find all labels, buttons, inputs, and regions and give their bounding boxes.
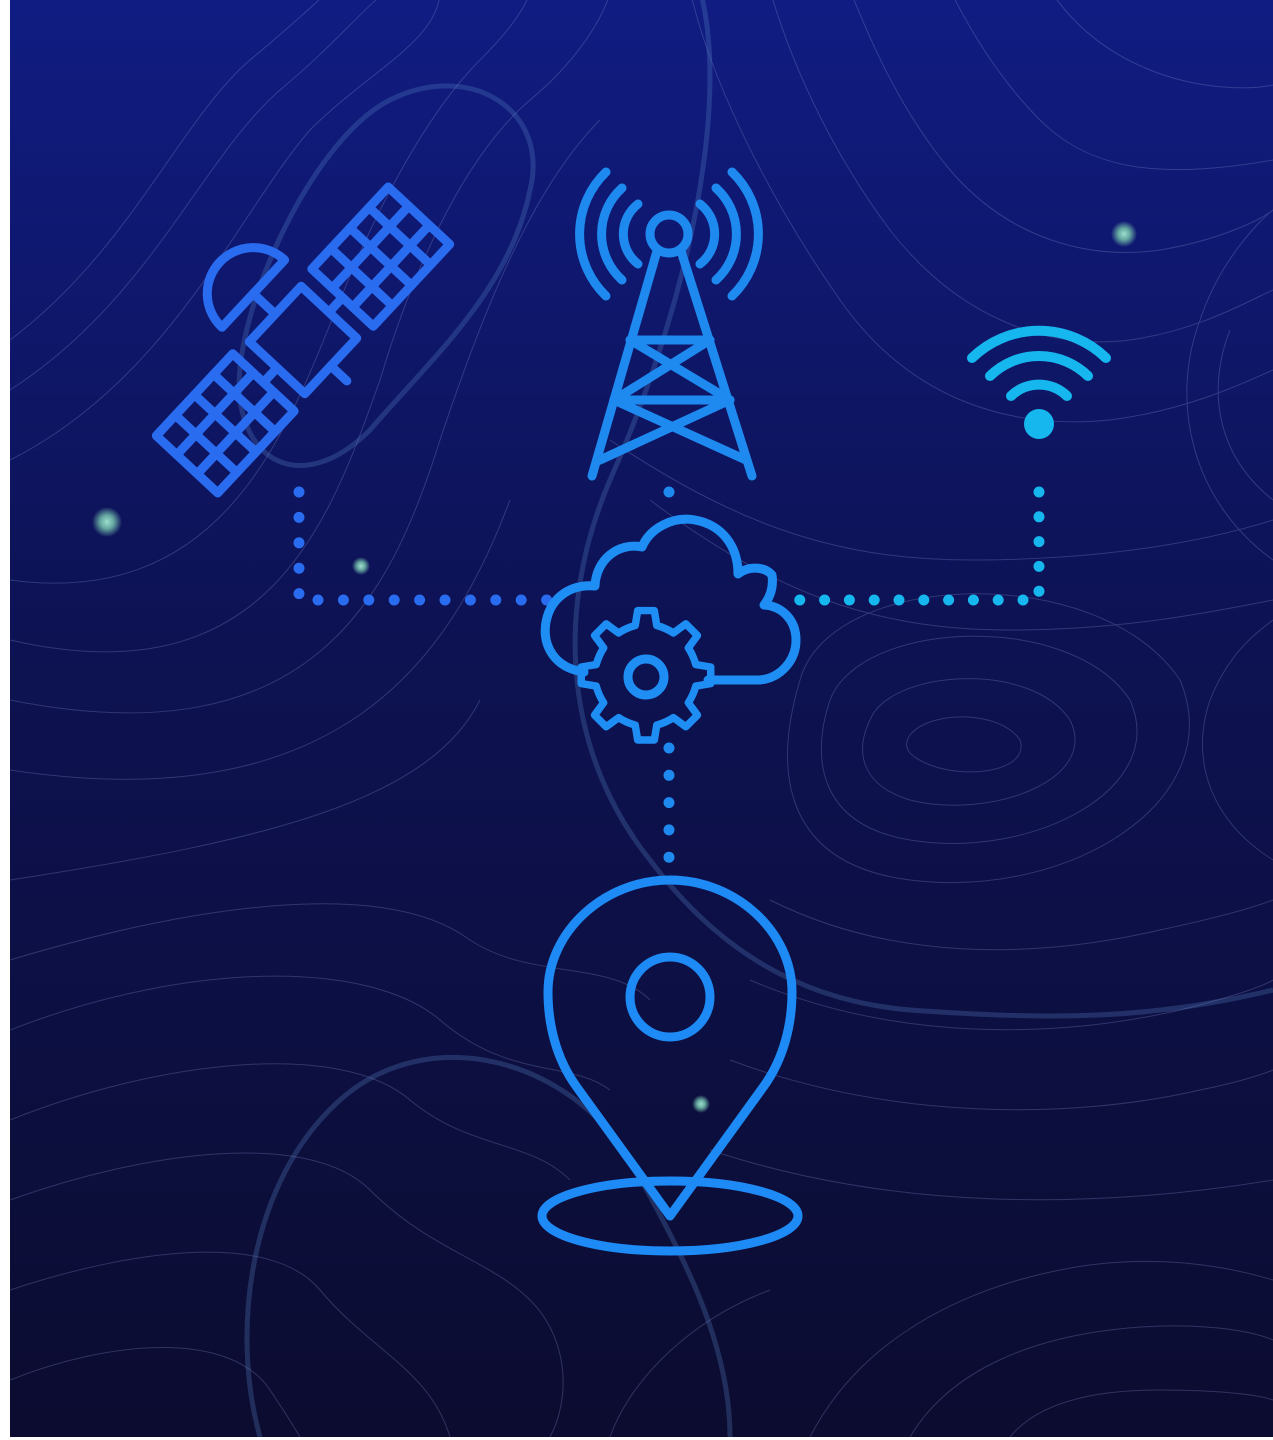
background <box>10 0 1273 1437</box>
connectivity-illustration <box>10 0 1273 1437</box>
glow-dot <box>352 557 370 575</box>
glow-dot <box>1111 221 1137 247</box>
glow-dot <box>92 507 122 537</box>
glow-dot <box>692 1095 710 1113</box>
